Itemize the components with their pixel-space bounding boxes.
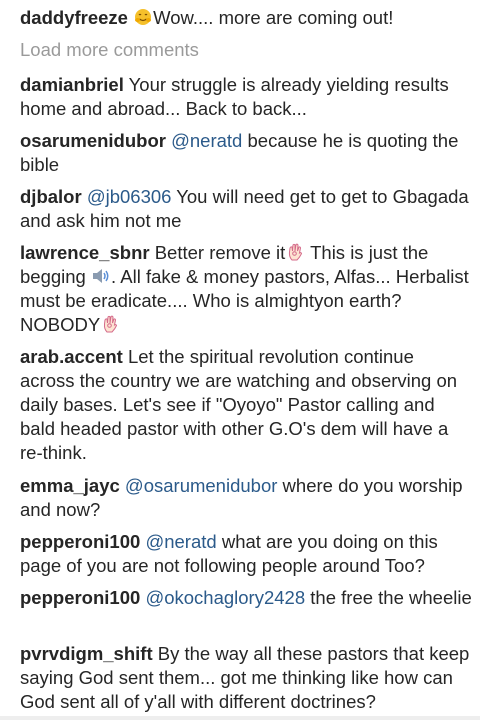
comment-text: the free the wheelie [310,587,472,608]
comment-username[interactable]: damianbriel [20,74,124,95]
comment-text: . All fake & money pastors, Alfas... Her… [20,266,469,335]
ok-hand-icon [100,314,120,334]
comment-username[interactable]: osarumenidubor [20,130,166,151]
comment-mention[interactable]: @jb06306 [87,186,172,207]
comment-username[interactable]: pepperoni100 [20,587,140,608]
comment-mention[interactable]: @osarumenidubor [125,475,277,496]
comment-text: Better remove it [154,242,286,263]
comment-item: pepperoni100 @okochaglory2428 the free t… [20,586,472,610]
comment-username[interactable]: djbalor [20,186,82,207]
ok-hand-icon [285,242,305,262]
comment-item: pvrvdigm_shift By the way all these past… [20,642,472,714]
comment-item: djbalor @jb06306 You will need get to ge… [20,185,472,233]
comment-username[interactable]: emma_jayc [20,475,120,496]
comment-text: Wow.... more are coming out! [153,7,394,28]
comment-username[interactable]: pvrvdigm_shift [20,643,153,664]
comment-item: emma_jayc @osarumenidubor where do you w… [20,474,472,522]
comment-username[interactable]: arab.accent [20,346,123,367]
comment-username[interactable]: lawrence_sbnr [20,242,150,263]
load-more-comments-button[interactable]: Load more comments [20,38,199,62]
comment-item: osarumenidubor @neratd because he is quo… [20,129,472,177]
comment-mention[interactable]: @neratd [145,531,216,552]
comment-username[interactable]: pepperoni100 [20,531,140,552]
hugging-face-icon [133,7,153,27]
comment-item: lawrence_sbnr Better remove it This is j… [20,241,472,337]
comment-item: daddyfreeze Wow.... more are coming out! [20,6,472,30]
comment-username[interactable]: daddyfreeze [20,7,128,28]
speaker-icon [91,266,111,286]
comments-feed: daddyfreeze Wow.... more are coming out!… [0,0,480,720]
divider [0,716,480,720]
comment-item: pepperoni100 @neratd what are you doing … [20,530,472,578]
comment-item: damianbriel Your struggle is already yie… [20,73,472,121]
comment-mention[interactable]: @neratd [171,130,242,151]
comment-item: arab.accent Let the spiritual revolution… [20,345,472,465]
comment-mention[interactable]: @okochaglory2428 [145,587,305,608]
